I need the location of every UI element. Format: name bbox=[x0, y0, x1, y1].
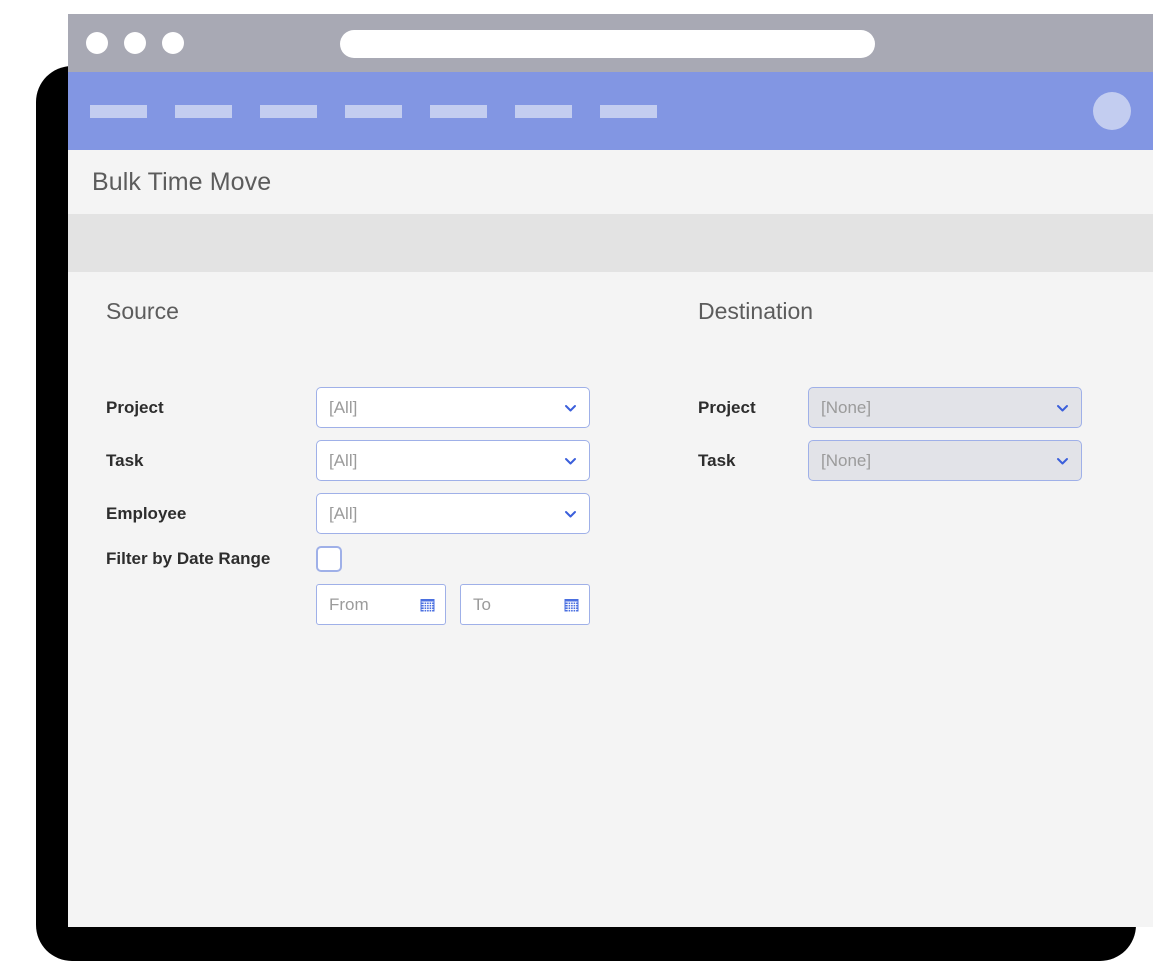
destination-task-value: [None] bbox=[821, 450, 872, 470]
date-range-filter-row: Filter by Date Range bbox=[106, 546, 646, 572]
browser-chrome-bar bbox=[68, 14, 1153, 72]
date-from-field[interactable]: From bbox=[316, 584, 446, 625]
calendar-icon[interactable] bbox=[420, 597, 435, 612]
main-content: Source Project [All] Task [All] Employee… bbox=[68, 272, 1153, 927]
destination-task-row: Task [None] bbox=[698, 440, 1118, 481]
user-avatar-icon[interactable] bbox=[1093, 92, 1131, 130]
chevron-down-icon bbox=[1056, 401, 1069, 414]
calendar-icon[interactable] bbox=[564, 597, 579, 612]
date-range-filter-label: Filter by Date Range bbox=[106, 549, 271, 568]
screenshot-stage: Bulk Time Move Source Project [All] Task… bbox=[0, 0, 1153, 973]
source-project-value: [All] bbox=[329, 397, 358, 417]
browser-window: Bulk Time Move Source Project [All] Task… bbox=[68, 14, 1153, 927]
source-panel: Source Project [All] Task [All] Employee… bbox=[106, 272, 646, 625]
nav-item-4[interactable] bbox=[345, 104, 402, 118]
source-employee-label: Employee bbox=[106, 503, 187, 523]
nav-item-6[interactable] bbox=[515, 104, 572, 118]
source-task-select[interactable]: [All] bbox=[316, 440, 590, 481]
minimize-window-icon[interactable] bbox=[124, 32, 146, 54]
source-heading: Source bbox=[106, 298, 179, 324]
source-form: Project [All] Task [All] Employee [All] … bbox=[106, 387, 646, 625]
close-window-icon[interactable] bbox=[86, 32, 108, 54]
source-task-row: Task [All] bbox=[106, 440, 646, 481]
chevron-down-icon bbox=[564, 401, 577, 414]
destination-project-value: [None] bbox=[821, 397, 872, 417]
app-navigation-bar bbox=[68, 72, 1153, 150]
nav-item-list bbox=[90, 104, 685, 118]
nav-item-1[interactable] bbox=[90, 104, 147, 118]
chevron-down-icon bbox=[564, 507, 577, 520]
action-toolbar bbox=[68, 214, 1153, 272]
page-header: Bulk Time Move bbox=[68, 150, 1153, 214]
chevron-down-icon bbox=[564, 454, 577, 467]
source-employee-value: [All] bbox=[329, 503, 358, 523]
destination-heading: Destination bbox=[698, 298, 814, 324]
chevron-down-icon bbox=[1056, 454, 1069, 467]
destination-form: Project [None] Task [None] bbox=[698, 387, 1118, 481]
date-to-field[interactable]: To bbox=[460, 584, 590, 625]
maximize-window-icon[interactable] bbox=[162, 32, 184, 54]
destination-project-label: Project bbox=[698, 397, 756, 417]
nav-item-2[interactable] bbox=[175, 104, 232, 118]
source-project-row: Project [All] bbox=[106, 387, 646, 428]
source-task-label: Task bbox=[106, 450, 144, 470]
source-employee-row: Employee [All] bbox=[106, 493, 646, 534]
date-range-filter-checkbox[interactable] bbox=[316, 546, 342, 572]
page-title: Bulk Time Move bbox=[92, 167, 272, 196]
source-task-value: [All] bbox=[329, 450, 358, 470]
destination-panel: Destination Project [None] Task [None] bbox=[698, 272, 1118, 493]
destination-task-label: Task bbox=[698, 450, 736, 470]
nav-item-7[interactable] bbox=[600, 104, 657, 118]
source-project-select[interactable]: [All] bbox=[316, 387, 590, 428]
date-from-placeholder: From bbox=[329, 594, 369, 614]
traffic-light-group bbox=[86, 32, 184, 54]
destination-project-row: Project [None] bbox=[698, 387, 1118, 428]
date-range-inputs: From To bbox=[316, 584, 646, 625]
date-to-placeholder: To bbox=[473, 594, 491, 614]
source-employee-select[interactable]: [All] bbox=[316, 493, 590, 534]
nav-item-5[interactable] bbox=[430, 104, 487, 118]
source-project-label: Project bbox=[106, 397, 164, 417]
destination-project-select[interactable]: [None] bbox=[808, 387, 1082, 428]
address-bar[interactable] bbox=[340, 30, 875, 58]
nav-item-3[interactable] bbox=[260, 104, 317, 118]
destination-task-select[interactable]: [None] bbox=[808, 440, 1082, 481]
